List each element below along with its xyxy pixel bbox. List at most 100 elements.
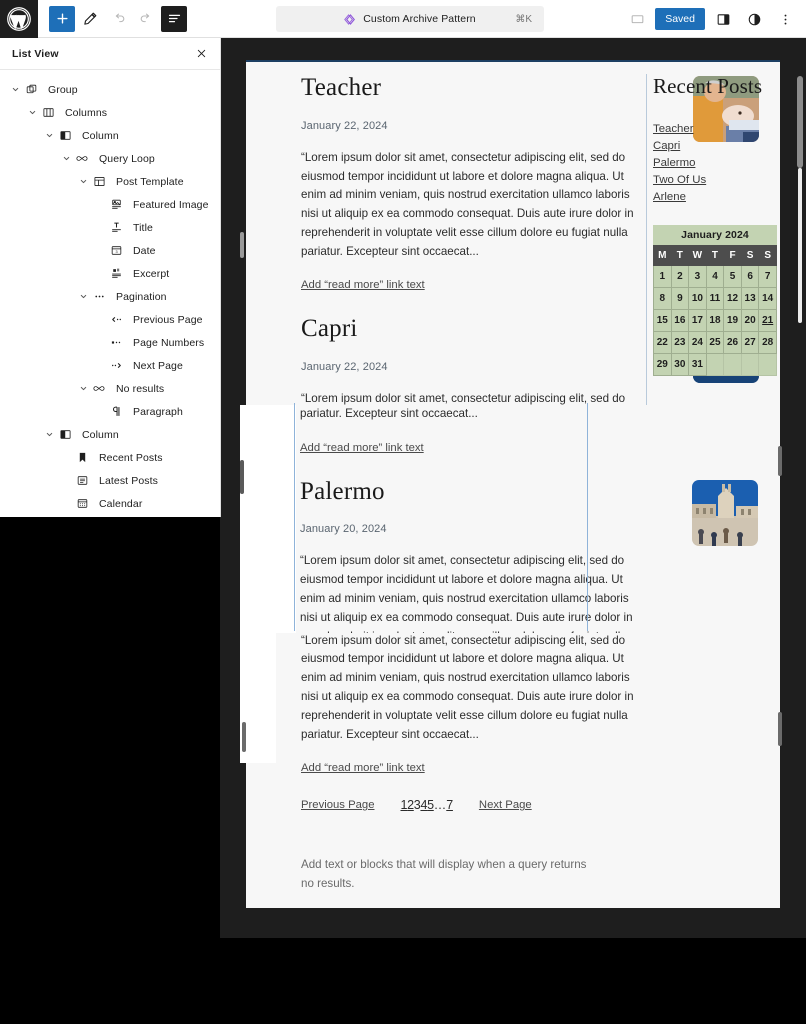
list-view-item-recent-posts[interactable]: Recent Posts xyxy=(0,446,220,469)
settings-sidebar-button[interactable] xyxy=(710,6,736,32)
page-number[interactable]: 5 xyxy=(427,798,434,812)
calendar-day[interactable]: 6 xyxy=(740,265,760,289)
next-page-link[interactable]: Next Page xyxy=(479,799,532,811)
calendar-day[interactable]: 30 xyxy=(670,353,690,377)
canvas-scrollbar-track[interactable] xyxy=(798,168,802,323)
list-view-item-query-loop[interactable]: Query Loop xyxy=(0,147,220,170)
post-excerpt[interactable]: “Lorem ipsum dolor sit amet, consectetur… xyxy=(300,552,640,633)
wordpress-logo-icon[interactable] xyxy=(0,0,38,38)
calendar-day[interactable]: 1 xyxy=(653,265,672,289)
calendar-day[interactable]: 25 xyxy=(705,331,725,355)
list-view-item-column[interactable]: Column xyxy=(0,423,220,446)
list-view-item-column[interactable]: Column xyxy=(0,124,220,147)
calendar-day[interactable]: 14 xyxy=(758,287,777,311)
chevron-down-icon[interactable] xyxy=(25,105,40,120)
read-more-link[interactable]: Add “read more” link text xyxy=(301,762,425,774)
list-view-item-previous-page[interactable]: Previous Page xyxy=(0,308,220,331)
document-title-bar[interactable]: Custom Archive Pattern ⌘K xyxy=(276,6,544,32)
recent-post-link[interactable]: Two Of Us xyxy=(653,172,780,189)
add-block-button[interactable] xyxy=(49,5,75,32)
calendar-day[interactable]: 12 xyxy=(723,287,742,311)
calendar-day[interactable]: 23 xyxy=(670,331,690,355)
read-more-link[interactable]: Add “read more” link text xyxy=(300,442,424,454)
calendar-widget[interactable]: January 2024 MTWTFSS 1 2 3 4 5 6 7 8 9 10 11 12 13 14… xyxy=(653,225,777,377)
recent-post-link[interactable]: Palermo xyxy=(653,155,780,172)
calendar-day[interactable]: 18 xyxy=(705,309,725,333)
post-excerpt[interactable]: “Lorem ipsum dolor sit amet, consectetur… xyxy=(301,632,641,745)
list-view-item-featured-image[interactable]: Featured Image xyxy=(0,193,220,216)
recent-post-link[interactable]: Teacher xyxy=(653,121,780,138)
calendar-day[interactable]: 3 xyxy=(688,265,707,289)
calendar-day[interactable]: 7 xyxy=(758,265,777,289)
resize-handle-left[interactable] xyxy=(240,232,244,258)
list-view-item-page-numbers[interactable]: Page Numbers xyxy=(0,331,220,354)
list-view-item-calendar[interactable]: Calendar xyxy=(0,492,220,515)
preview-button[interactable] xyxy=(624,6,650,32)
chevron-down-icon[interactable] xyxy=(76,289,91,304)
page-number[interactable]: 2 xyxy=(407,798,414,812)
calendar-day[interactable]: 22 xyxy=(653,331,672,355)
page-number[interactable]: 7 xyxy=(446,798,453,812)
post-title[interactable]: Capri xyxy=(301,315,641,344)
calendar-day[interactable]: 24 xyxy=(688,331,707,355)
resize-handle-left[interactable] xyxy=(242,722,246,752)
undo-button[interactable] xyxy=(105,6,131,32)
no-results-placeholder[interactable]: Add text or blocks that will display whe… xyxy=(301,856,591,894)
calendar-day[interactable]: 9 xyxy=(670,287,690,311)
list-view-item-columns[interactable]: Columns xyxy=(0,101,220,124)
page-number[interactable]: 3 xyxy=(414,798,421,812)
close-icon[interactable] xyxy=(193,46,209,62)
list-view-item-post-template[interactable]: Post Template xyxy=(0,170,220,193)
redo-button[interactable] xyxy=(133,6,159,32)
list-view-item-latest-posts[interactable]: Latest Posts xyxy=(0,469,220,492)
calendar-day[interactable]: 16 xyxy=(670,309,690,333)
calendar-day[interactable]: 21 xyxy=(758,309,777,333)
resize-handle-right[interactable] xyxy=(778,712,782,746)
chevron-down-icon[interactable] xyxy=(42,427,57,442)
chevron-down-icon[interactable] xyxy=(42,128,57,143)
canvas-scrollbar-thumb[interactable] xyxy=(797,76,803,168)
post-date[interactable]: January 20, 2024 xyxy=(300,523,640,535)
chevron-down-icon[interactable] xyxy=(76,381,91,396)
save-button[interactable]: Saved xyxy=(655,8,705,30)
list-view-item-date[interactable]: 3 Date xyxy=(0,239,220,262)
calendar-day[interactable]: 17 xyxy=(688,309,707,333)
calendar-day[interactable]: 11 xyxy=(705,287,725,311)
calendar-day[interactable]: 13 xyxy=(740,287,760,311)
previous-page-link[interactable]: Previous Page xyxy=(301,799,374,811)
list-view-item-group[interactable]: Group xyxy=(0,78,220,101)
calendar-day[interactable]: 15 xyxy=(653,309,672,333)
calendar-day[interactable]: 29 xyxy=(653,353,672,377)
calendar-day[interactable]: 8 xyxy=(653,287,672,311)
calendar-day[interactable]: 28 xyxy=(758,331,777,355)
featured-image-palermo[interactable] xyxy=(692,479,758,546)
tools-pencil-button[interactable] xyxy=(77,6,103,32)
list-view-item-paragraph[interactable]: Paragraph xyxy=(0,400,220,423)
more-options-button[interactable] xyxy=(772,6,798,32)
styles-button[interactable] xyxy=(741,6,767,32)
list-view-item-excerpt[interactable]: Excerpt xyxy=(0,262,220,285)
resize-handle-right[interactable] xyxy=(778,446,782,476)
post-excerpt[interactable]: “Lorem ipsum dolor sit amet, consectetur… xyxy=(300,405,640,424)
chevron-down-icon[interactable] xyxy=(59,151,74,166)
calendar-day[interactable]: 31 xyxy=(688,353,707,377)
recent-post-link[interactable]: Arlene xyxy=(653,189,780,206)
list-view-toggle-button[interactable] xyxy=(161,5,187,32)
post-date[interactable]: January 22, 2024 xyxy=(301,120,641,132)
resize-handle-left[interactable] xyxy=(240,460,244,494)
page-number[interactable]: 4 xyxy=(420,798,427,812)
chevron-down-icon[interactable] xyxy=(8,82,23,97)
calendar-day[interactable]: 5 xyxy=(723,265,742,289)
calendar-day[interactable]: 10 xyxy=(688,287,707,311)
post-excerpt[interactable]: “Lorem ipsum dolor sit amet, consectetur… xyxy=(301,149,641,262)
post-title[interactable]: Palermo xyxy=(300,478,640,507)
calendar-day[interactable]: 4 xyxy=(705,265,725,289)
list-view-item-no-results[interactable]: No results xyxy=(0,377,220,400)
calendar-day[interactable]: 19 xyxy=(723,309,742,333)
chevron-down-icon[interactable] xyxy=(76,174,91,189)
read-more-link[interactable]: Add “read more” link text xyxy=(301,279,425,291)
list-view-item-title[interactable]: Title xyxy=(0,216,220,239)
recent-post-link[interactable]: Capri xyxy=(653,138,780,155)
list-view-item-next-page[interactable]: Next Page xyxy=(0,354,220,377)
calendar-day[interactable]: 26 xyxy=(723,331,742,355)
